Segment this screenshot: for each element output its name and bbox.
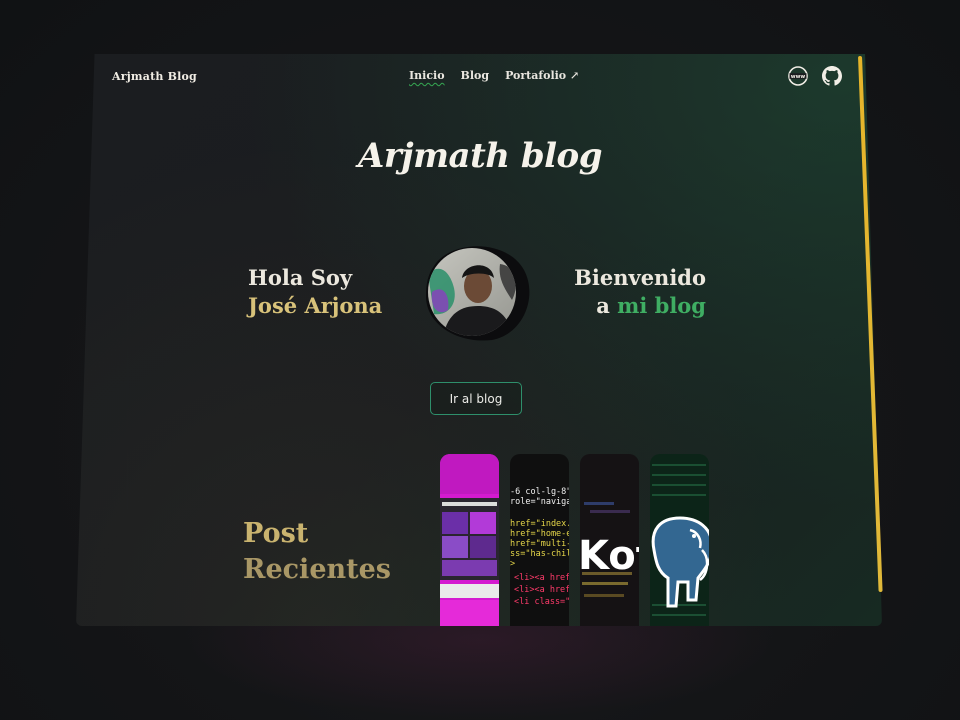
code-line-5: href="multi- (510, 539, 569, 549)
nav-link-blog[interactable]: Blog (461, 69, 490, 82)
greeting-line2: a mi blog (596, 293, 706, 318)
kotlin-text: Kot (580, 533, 639, 579)
post-thumbnail-4[interactable] (650, 454, 709, 626)
greeting-right: Bienvenido a mi blog (560, 264, 706, 320)
code-line-7: > (510, 559, 515, 569)
browser-stage: Arjmath Blog Inicio Blog Portafolio ↗ ww… (0, 0, 960, 720)
go-to-blog-button[interactable]: Ir al blog (430, 382, 522, 415)
code-line-4: href="home-e (510, 529, 569, 539)
greeting-a: a (596, 293, 618, 318)
recent-heading-line1: Post (243, 518, 309, 549)
greeting-mi-blog: mi blog (617, 293, 706, 318)
recent-heading-line2: Recientes (243, 554, 391, 585)
www-icon[interactable]: www (788, 66, 808, 86)
avatar (420, 244, 532, 342)
post-thumbnail-3[interactable]: Kot (580, 454, 639, 626)
author-name: José Arjona (248, 293, 383, 318)
code-line-1: -6 col-lg-8"> (510, 487, 569, 497)
post-thumbnail-1[interactable] (440, 454, 499, 626)
greeting-hola: Hola Soy (248, 265, 353, 290)
code-line-2: role="navigat (510, 497, 569, 507)
svg-text:<li><a href <li><a h: <li><a href <li><a href <li class=" (514, 573, 569, 607)
code-line-9: <li><a href (514, 585, 569, 595)
code-line-10: <li class=" (514, 597, 569, 607)
hero-title: Arjmath blog (357, 136, 603, 176)
svg-text:-6 col-lg-8"> role=": -6 col-lg-8"> role="navigat (510, 487, 569, 507)
code-line-6: ss="has-chil (510, 549, 569, 559)
nav-link-portafolio[interactable]: Portafolio ↗ (505, 69, 579, 82)
nav-link-inicio[interactable]: Inicio (409, 69, 445, 82)
greeting-left: Hola Soy José Arjona (248, 264, 382, 320)
github-icon[interactable] (822, 66, 842, 86)
greeting-bienvenido: Bienvenido (574, 265, 706, 290)
code-line-8: <li><a href (514, 573, 569, 583)
site-brand[interactable]: Arjmath Blog (112, 70, 197, 83)
svg-text:www: www (791, 74, 806, 80)
main-nav: Inicio Blog Portafolio ↗ (409, 69, 579, 82)
code-line-3: href="index. (510, 519, 569, 529)
recent-posts-heading: Post Recientes (243, 516, 391, 588)
post-thumbnail-2[interactable]: -6 col-lg-8"> role="navigat href="index.… (510, 454, 569, 626)
